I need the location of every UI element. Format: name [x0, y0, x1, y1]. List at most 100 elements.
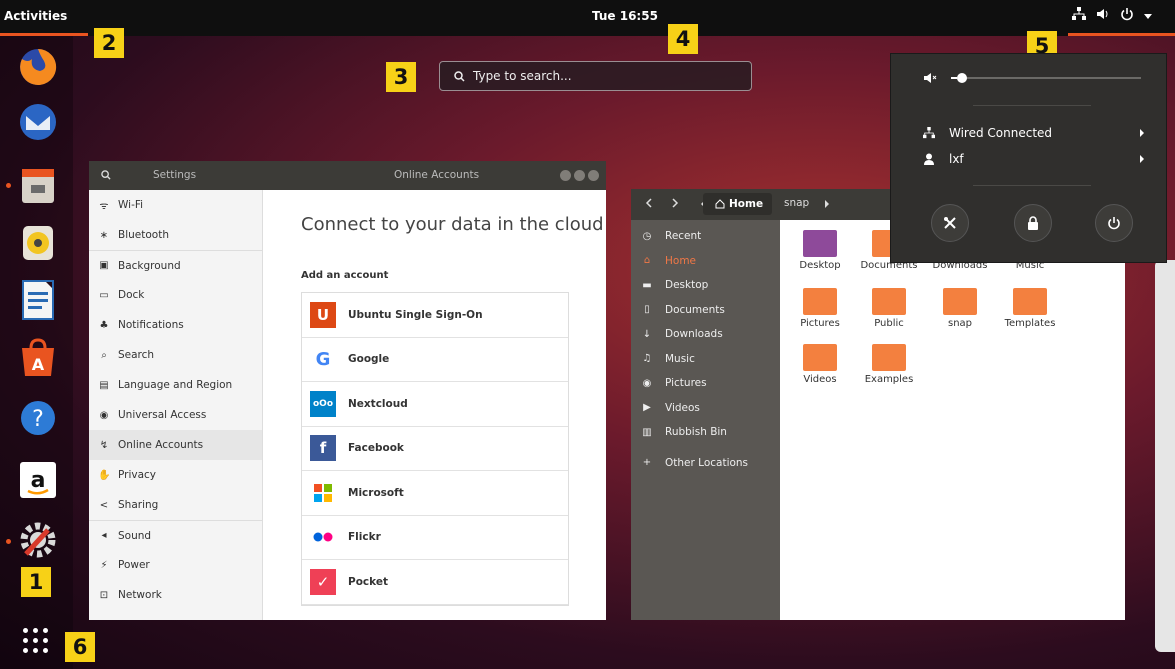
places-item-desktop[interactable]: ▬ Desktop — [631, 273, 780, 298]
breadcrumb-snap[interactable]: snap — [784, 197, 809, 209]
maximize-icon[interactable] — [574, 170, 585, 181]
minimize-icon[interactable] — [560, 170, 571, 181]
settings-button[interactable] — [931, 204, 969, 242]
help-icon[interactable]: ? — [16, 396, 60, 440]
lock-button[interactable] — [1014, 204, 1052, 242]
sidebar-item-wi-fi[interactable]: ᯤ Wi-Fi — [89, 190, 262, 220]
account-name: Google — [348, 353, 390, 366]
folder-item[interactable]: Desktop — [785, 230, 855, 271]
account-name: Flickr — [348, 531, 381, 544]
running-indicator-files — [6, 183, 11, 188]
sidebar-item-privacy[interactable]: ✋ Privacy — [89, 460, 262, 490]
account-name: Ubuntu Single Sign-On — [348, 308, 483, 321]
wired-menu-item[interactable]: Wired Connected — [923, 126, 1145, 140]
places-item-pictures[interactable]: ◉ Pictures — [631, 371, 780, 396]
account-name: Microsoft — [348, 486, 404, 499]
folder-item[interactable]: snap — [925, 288, 995, 329]
sidebar-item-power[interactable]: ⚡ Power — [89, 550, 262, 580]
places-item-recent[interactable]: ◷ Recent — [631, 224, 780, 249]
volume-slider[interactable] — [951, 73, 1141, 83]
folder-name: Videos — [803, 374, 837, 385]
account-item-facebook[interactable]: f Facebook — [302, 427, 568, 471]
folder-item[interactable]: Pictures — [785, 288, 855, 329]
account-item-pocket[interactable]: ✓ Pocket — [302, 560, 568, 605]
account-name: Facebook — [348, 442, 404, 455]
account-item-flickr[interactable]: Flickr — [302, 516, 568, 560]
system-tray[interactable] — [1072, 7, 1152, 25]
back-icon[interactable] — [645, 198, 653, 211]
account-item-ubuntu-single-sign-on[interactable]: U Ubuntu Single Sign-On — [302, 293, 568, 338]
close-icon[interactable] — [588, 170, 599, 181]
rhythmbox-icon[interactable] — [16, 221, 60, 265]
firefox-icon[interactable] — [16, 45, 60, 89]
sidebar-item-background[interactable]: ▣ Background — [89, 250, 262, 280]
show-applications-icon[interactable] — [23, 628, 48, 653]
folder-item[interactable]: Public — [854, 288, 924, 329]
amazon-icon[interactable]: a — [16, 458, 60, 502]
places-item-music[interactable]: ♫ Music — [631, 347, 780, 372]
forward-icon[interactable] — [671, 198, 679, 211]
files-icon[interactable] — [16, 164, 60, 208]
sidebar-item-universal-access[interactable]: ◉ Universal Access — [89, 400, 262, 430]
sidebar-item-dock[interactable]: ▭ Dock — [89, 280, 262, 310]
activities-button[interactable]: Activities — [4, 9, 67, 23]
sidebar-item-bluetooth[interactable]: ∗ Bluetooth — [89, 220, 262, 250]
places-item-label: Documents — [665, 303, 725, 316]
privacy-icon: ✋ — [98, 469, 111, 481]
sidebar-item-language-and-region[interactable]: ▤ Language and Region — [89, 370, 262, 400]
places-item-rubbish-bin[interactable]: ▥ Rubbish Bin — [631, 420, 780, 445]
sidebar-item-sharing[interactable]: < Sharing — [89, 490, 262, 520]
language-icon: ▤ — [99, 379, 109, 391]
writer-icon[interactable] — [16, 278, 60, 322]
sidebar-item-label: Universal Access — [118, 409, 207, 421]
sidebar-item-label: Wi-Fi — [118, 199, 144, 211]
user-menu-item[interactable]: lxf — [923, 152, 1145, 166]
home-icon: ⌂ — [643, 255, 651, 267]
panel-heading: Connect to your data in the cloud — [301, 214, 604, 235]
places-item-videos[interactable]: ▶ Videos — [631, 396, 780, 421]
folder-icon — [872, 344, 906, 371]
thunderbird-icon[interactable] — [16, 100, 60, 144]
settings-icon[interactable] — [16, 518, 60, 562]
places-item-other-locations[interactable]: + Other Locations — [631, 451, 780, 476]
search-icon[interactable] — [101, 170, 111, 183]
network-icon[interactable] — [1072, 7, 1086, 25]
svg-text:?: ? — [32, 407, 44, 432]
volume-icon[interactable] — [1096, 7, 1110, 25]
sidebar-item-search[interactable]: ⌕ Search — [89, 340, 262, 370]
folder-name: Templates — [1004, 318, 1056, 329]
clock[interactable]: Tue 16:55 — [592, 9, 658, 23]
folder-item[interactable]: Templates — [995, 288, 1065, 329]
software-center-icon[interactable]: A — [16, 336, 60, 380]
account-item-google[interactable]: G Google — [302, 338, 568, 382]
settings-header: Settings Online Accounts — [89, 161, 606, 190]
sidebar-item-online-accounts[interactable]: ↯ Online Accounts — [89, 430, 262, 460]
account-list: U Ubuntu Single Sign-On G Google oOo Nextclou… — [301, 292, 569, 606]
callout-marker: 1 — [21, 567, 51, 597]
volume-knob[interactable] — [956, 73, 967, 83]
power-icon[interactable] — [1120, 7, 1134, 25]
folder-item[interactable]: Videos — [785, 344, 855, 385]
path-right-icon[interactable] — [824, 199, 830, 211]
sidebar-item-network[interactable]: ⊡ Network — [89, 580, 262, 610]
dropdown-arrow-icon[interactable] — [1144, 9, 1152, 24]
places-item-documents[interactable]: ▯ Documents — [631, 298, 780, 323]
panel-title: Online Accounts — [394, 169, 480, 181]
share-icon: < — [99, 499, 109, 511]
svg-text:A: A — [32, 355, 45, 374]
sidebar-item-notifications[interactable]: ♣ Notifications — [89, 310, 262, 340]
power-off-button[interactable] — [1095, 204, 1133, 242]
sidebar-item-label: Network — [118, 589, 162, 601]
callout-marker: 2 — [94, 28, 124, 58]
search-input[interactable]: Type to search... — [439, 61, 752, 91]
window-controls[interactable] — [560, 170, 599, 181]
places-item-home[interactable]: ⌂ Home — [631, 249, 780, 274]
breadcrumb-home[interactable]: Home — [703, 193, 772, 215]
camera-icon: ◉ — [642, 377, 652, 389]
folder-item[interactable]: Examples — [854, 344, 924, 385]
account-item-nextcloud[interactable]: oOo Nextcloud — [302, 382, 568, 427]
tray-underline — [1068, 33, 1175, 36]
account-item-microsoft[interactable]: Microsoft — [302, 471, 568, 516]
places-item-downloads[interactable]: ↓ Downloads — [631, 322, 780, 347]
sidebar-item-sound[interactable]: ◂ Sound — [89, 520, 262, 550]
